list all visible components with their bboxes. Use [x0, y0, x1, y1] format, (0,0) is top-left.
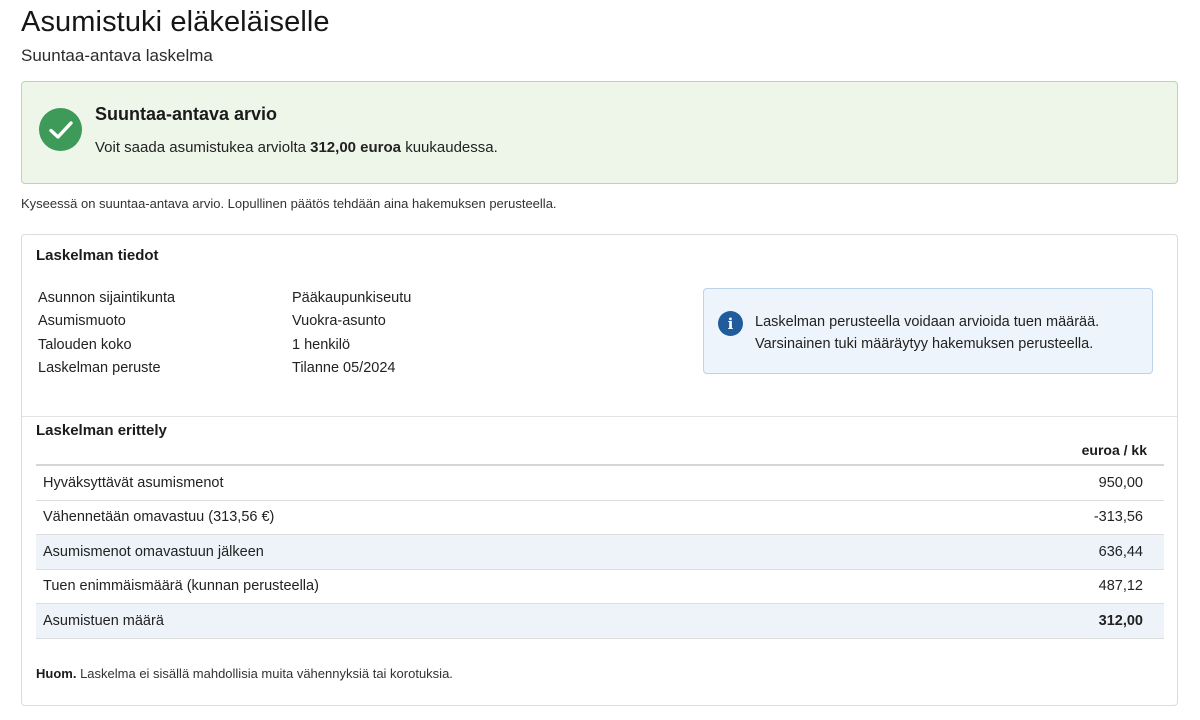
notice-text: Laskelman perusteella voidaan arvioida t…: [755, 311, 1099, 355]
row-value: 950,00: [1098, 474, 1143, 491]
result-text-before: Voit saada asumistukea arviolta: [95, 139, 311, 156]
result-title: Suuntaa-antava arvio: [95, 104, 278, 124]
column-header-euro-per-month: euroa / kk: [1081, 442, 1147, 458]
detail-value: Tilanne 05/2024: [292, 360, 396, 377]
row-value: 312,00: [1098, 612, 1143, 629]
detail-value: 1 henkilö: [292, 336, 351, 353]
detail-label: Asumismuoto: [38, 313, 126, 330]
page-title: Asumistuki eläkeläiselle: [21, 6, 330, 38]
result-amount: 312,00 euroa: [310, 139, 402, 156]
row-label: Hyväksyttävät asumismenot: [43, 474, 224, 491]
footnote-label: Huom.: [36, 666, 77, 681]
detail-label: Laskelman peruste: [38, 360, 161, 377]
row-label: Tuen enimmäismäärä (kunnan perusteella): [43, 578, 319, 595]
detail-row-basis: Laskelman peruste Tilanne 05/2024: [38, 357, 411, 381]
notice-line: Laskelman perusteella voidaan arvioida t…: [755, 314, 1100, 330]
row-value: -313,56: [1093, 509, 1143, 526]
detail-value: Pääkaupunkiseutu: [292, 289, 412, 306]
section-divider: [22, 416, 1177, 417]
table-row: Hyväksyttävät asumismenot 950,00: [36, 466, 1164, 501]
result-text: Voit saada asumistukea arviolta 312,00 e…: [95, 139, 498, 156]
row-label: Vähennetään omavastuu (313,56 €): [43, 509, 275, 526]
check-icon: [39, 108, 82, 151]
result-alert: Suuntaa-antava arvio Voit saada asumistu…: [21, 81, 1178, 184]
table-row: Vähennetään omavastuu (313,56 €) -313,56: [36, 501, 1164, 535]
footnote-text: Laskelma ei sisällä mahdollisia muita vä…: [76, 666, 453, 681]
breakdown-table: Hyväksyttävät asumismenot 950,00 Vähenne…: [36, 464, 1164, 639]
footnote: Huom. Laskelma ei sisällä mahdollisia mu…: [36, 666, 453, 681]
result-text-after: kuukaudessa.: [401, 139, 498, 156]
table-row-total: Asumistuen määrä 312,00: [36, 604, 1164, 639]
calculation-card: Laskelman tiedot Asunnon sijaintikunta P…: [21, 234, 1178, 706]
row-label: Asumistuen määrä: [43, 612, 164, 629]
page-subtitle: Suuntaa-antava laskelma: [21, 46, 213, 65]
row-value: 487,12: [1098, 578, 1143, 595]
breakdown-title: Laskelman erittely: [36, 422, 167, 439]
row-value: 636,44: [1098, 543, 1143, 560]
detail-label: Talouden koko: [38, 336, 132, 353]
info-notice: i Laskelman perusteella voidaan arvioida…: [703, 288, 1153, 374]
disclaimer-text: Kyseessä on suuntaa-antava arvio. Lopull…: [21, 196, 557, 211]
detail-row-location: Asunnon sijaintikunta Pääkaupunkiseutu: [38, 286, 411, 310]
details-title: Laskelman tiedot: [36, 247, 159, 264]
detail-value: Vuokra-asunto: [292, 313, 386, 330]
detail-row-housing-type: Asumismuoto Vuokra-asunto: [38, 310, 411, 334]
detail-row-household-size: Talouden koko 1 henkilö: [38, 333, 411, 357]
table-row: Tuen enimmäismäärä (kunnan perusteella) …: [36, 570, 1164, 604]
row-label: Asumismenot omavastuun jälkeen: [43, 543, 264, 560]
table-row: Asumismenot omavastuun jälkeen 636,44: [36, 535, 1164, 570]
info-icon: i: [718, 311, 743, 336]
notice-line: Varsinainen tuki määräytyy hakemuksen pe…: [755, 336, 1094, 352]
detail-label: Asunnon sijaintikunta: [38, 289, 176, 306]
details-list: Asunnon sijaintikunta Pääkaupunkiseutu A…: [38, 286, 411, 380]
